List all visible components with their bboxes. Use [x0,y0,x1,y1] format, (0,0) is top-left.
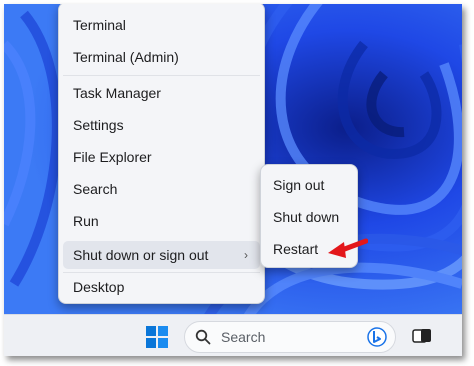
menu-separator [63,75,260,76]
menu-item-terminal-admin[interactable]: Terminal (Admin) [73,49,179,65]
chevron-right-icon: › [244,248,248,262]
menu-item-search[interactable]: Search [73,181,117,197]
red-arrow-annotation [328,238,368,258]
submenu-item-shut-down[interactable]: Shut down [273,209,339,225]
menu-item-run[interactable]: Run [73,213,99,229]
menu-item-file-explorer[interactable]: File Explorer [73,149,152,165]
submenu-item-sign-out[interactable]: Sign out [273,177,324,193]
bing-icon[interactable] [367,327,387,347]
screenshot-frame: Terminal Terminal (Admin) Task Manager S… [4,4,462,356]
search-icon [195,329,211,345]
menu-item-desktop[interactable]: Desktop [73,279,124,295]
windows-start-icon[interactable] [146,326,168,348]
menu-item-terminal[interactable]: Terminal [73,17,126,33]
winx-context-menu: Terminal Terminal (Admin) Task Manager S… [58,4,265,304]
submenu-item-restart[interactable]: Restart [273,241,318,257]
taskbar: Search [4,314,462,356]
menu-item-shut-down-or-sign-out[interactable]: Shut down or sign out [73,247,208,263]
search-placeholder: Search [221,329,266,345]
menu-separator [63,272,260,273]
menu-item-task-manager[interactable]: Task Manager [73,85,161,101]
menu-item-settings[interactable]: Settings [73,117,124,133]
taskbar-search-box[interactable]: Search [184,321,396,353]
task-view-icon[interactable] [412,328,432,344]
